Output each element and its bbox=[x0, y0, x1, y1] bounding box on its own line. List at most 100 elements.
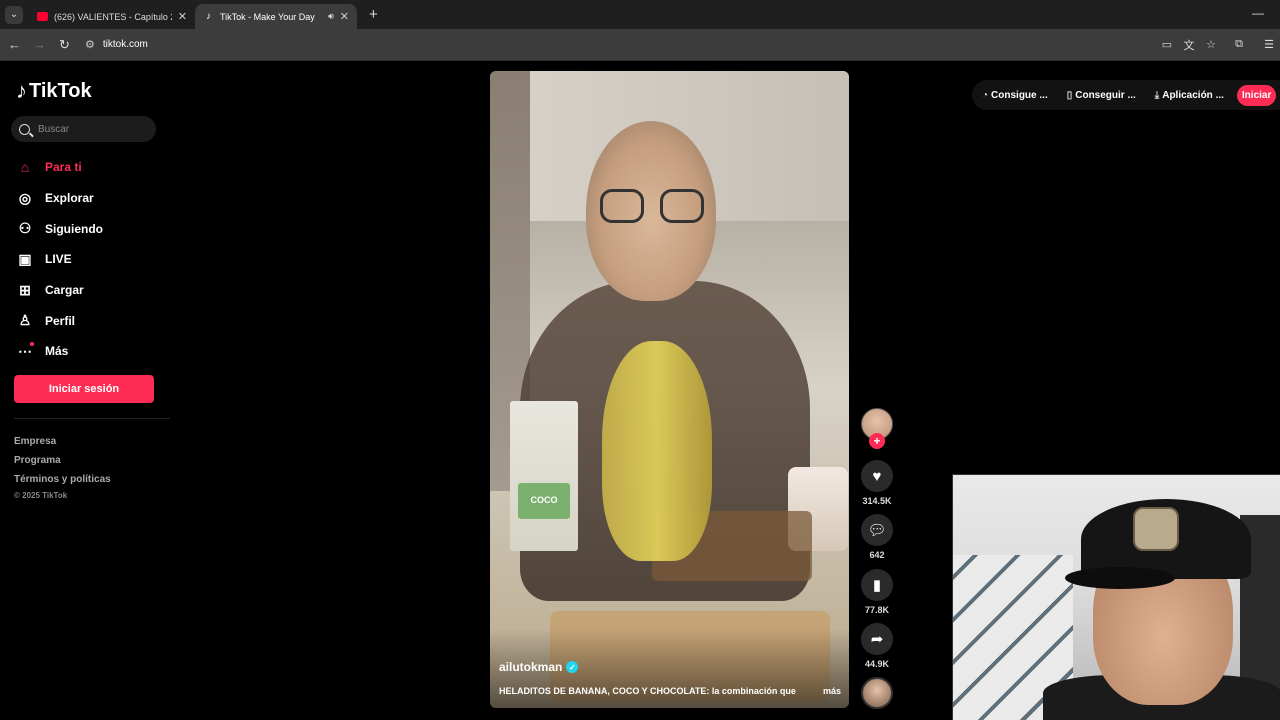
follow-plus-icon[interactable]: + bbox=[869, 433, 885, 449]
like-count: 314.5K bbox=[862, 496, 892, 506]
browser-tab-tiktok[interactable]: ♪ TikTok - Make Your Day 🔊︎ ✕ bbox=[195, 4, 357, 29]
profile-icon: ♙ bbox=[18, 312, 32, 329]
tiktok-icon: ♪ bbox=[16, 78, 27, 103]
video-banana bbox=[602, 341, 712, 561]
share-action[interactable]: ➦ 44.9K bbox=[860, 623, 894, 669]
desktop-app-button[interactable]: ⤓ Aplicación ... bbox=[1155, 90, 1224, 101]
sidebar-item-label: Más bbox=[45, 344, 69, 359]
video-caption: HELADITOS DE BANANA, COCO Y CHOCOLATE: l… bbox=[499, 686, 841, 696]
tab-search-button[interactable]: ⌄ bbox=[5, 5, 23, 24]
comment-count: 642 bbox=[869, 550, 885, 560]
search-input[interactable]: Buscar bbox=[11, 116, 156, 142]
close-icon[interactable]: ✕ bbox=[340, 10, 349, 23]
heart-icon[interactable]: ♥ bbox=[861, 460, 893, 492]
top-actions: ◔ Consigue ... ▯ Conseguir ... ⤓ Aplicac… bbox=[972, 80, 1280, 110]
button-label: Consigue ... bbox=[991, 89, 1048, 101]
sidebar-item-label: Cargar bbox=[45, 283, 84, 298]
live-icon: ▣ bbox=[18, 250, 32, 267]
save-action[interactable]: ▮ 77.8K bbox=[860, 569, 894, 615]
button-label: Aplicación ... bbox=[1162, 89, 1224, 101]
share-icon[interactable]: ➦ bbox=[861, 623, 893, 655]
tab-title: TikTok - Make Your Day bbox=[220, 11, 315, 22]
coin-icon: ◔ bbox=[982, 89, 989, 101]
footer-link-empresa[interactable]: Empresa bbox=[14, 432, 111, 451]
video-author[interactable]: ailutokman ✓ bbox=[499, 660, 579, 674]
address-bar: ← → ↻ ⚙︎ tiktok.com ▭ 文 ☆ ⧉ ☰ bbox=[0, 29, 1280, 60]
webcam-overlay bbox=[952, 474, 1280, 720]
cast-icon[interactable]: ▭ bbox=[1156, 38, 1178, 51]
like-action[interactable]: ♥ 314.5K bbox=[860, 460, 894, 506]
get-coins-button[interactable]: ◔ Consigue ... bbox=[982, 90, 1048, 101]
sidebar-item-cargar[interactable]: ⊞ Cargar bbox=[16, 275, 103, 306]
forward-icon[interactable]: → bbox=[27, 37, 52, 52]
carton-label: COCO bbox=[518, 483, 570, 519]
bookmark-star-icon[interactable]: ☆ bbox=[1200, 38, 1222, 51]
comment-icon[interactable]: 💬︎ bbox=[861, 514, 893, 546]
logo-text: TikTok bbox=[29, 79, 92, 102]
verified-icon: ✓ bbox=[566, 661, 579, 673]
login-button[interactable]: Iniciar sesión bbox=[14, 375, 154, 403]
caption-text: HELADITOS DE BANANA, COCO Y CHOCOLATE: l… bbox=[499, 686, 796, 696]
footer-link-programa[interactable]: Programa bbox=[14, 451, 111, 470]
home-icon: ⌂ bbox=[20, 159, 30, 176]
browser-tabbar: ⌄ (626) VALIENTES - Capítulo 2 - ✕ ♪ Tik… bbox=[0, 0, 1280, 29]
url-field[interactable]: ⚙︎ tiktok.com bbox=[85, 38, 148, 51]
compass-icon: ◎ bbox=[18, 189, 32, 206]
sidebar-item-mas[interactable]: ⋯ Más bbox=[16, 336, 103, 367]
webcam-cap-brim bbox=[1065, 567, 1175, 589]
following-icon: ⚇ bbox=[18, 220, 32, 237]
sidebar-item-label: Siguiendo bbox=[45, 221, 103, 236]
divider bbox=[14, 418, 170, 419]
sidebar-item-explorar[interactable]: ◎ Explorar bbox=[16, 183, 103, 214]
video-carton: COCO bbox=[510, 401, 578, 551]
get-app-button[interactable]: ▯ Conseguir ... bbox=[1067, 90, 1136, 101]
back-icon[interactable]: ← bbox=[2, 37, 27, 52]
search-icon bbox=[19, 123, 30, 135]
close-icon[interactable]: ✕ bbox=[178, 10, 187, 23]
speaker-icon[interactable]: 🔊︎ bbox=[328, 11, 334, 22]
url-text: tiktok.com bbox=[102, 39, 148, 50]
extensions-icon[interactable]: ⧉ bbox=[1228, 38, 1250, 51]
button-label: Conseguir ... bbox=[1075, 89, 1136, 101]
sidebar-footer: Empresa Programa Términos y políticas © … bbox=[14, 432, 111, 503]
phone-icon: ▯ bbox=[1066, 89, 1073, 101]
download-icon: ⤓ bbox=[1154, 89, 1160, 101]
signin-button[interactable]: Iniciar bbox=[1236, 84, 1277, 106]
caption-more-link[interactable]: más bbox=[823, 686, 841, 696]
browser-tab-youtube[interactable]: (626) VALIENTES - Capítulo 2 - ✕ bbox=[29, 4, 195, 29]
save-count: 77.8K bbox=[864, 605, 890, 615]
divider bbox=[0, 60, 1280, 61]
sidebar-item-label: Explorar bbox=[45, 191, 94, 206]
sidebar-item-siguiendo[interactable]: ⚇ Siguiendo bbox=[16, 213, 103, 244]
webcam-cap-patch bbox=[1133, 507, 1179, 551]
copyright: © 2025 TikTok bbox=[14, 491, 68, 500]
translate-icon[interactable]: 文 bbox=[1178, 37, 1200, 53]
video-player[interactable]: COCO bbox=[490, 71, 849, 708]
tab-title: (626) VALIENTES - Capítulo 2 - bbox=[54, 11, 172, 22]
upload-icon: ⊞ bbox=[19, 281, 31, 298]
tiktok-logo[interactable]: ♪ TikTok bbox=[16, 78, 92, 104]
minimize-button[interactable]: — bbox=[1252, 6, 1264, 20]
tiktok-icon: ♪ bbox=[206, 11, 211, 22]
sidebar-item-live[interactable]: ▣ LIVE bbox=[16, 244, 103, 275]
reload-icon[interactable]: ↻ bbox=[52, 37, 77, 53]
sidebar-item-label: Para ti bbox=[45, 160, 82, 175]
reading-list-icon[interactable]: ☰ bbox=[1258, 38, 1280, 51]
music-disc-icon[interactable] bbox=[861, 677, 893, 709]
sidebar-item-label: LIVE bbox=[45, 252, 72, 267]
sidebar-item-perfil[interactable]: ♙ Perfil bbox=[16, 305, 103, 336]
sidebar-nav: ⌂ Para ti ◎ Explorar ⚇ Siguiendo ▣ LIVE … bbox=[16, 152, 103, 367]
bookmark-icon[interactable]: ▮ bbox=[861, 569, 893, 601]
comment-action[interactable]: 💬︎ 642 bbox=[860, 514, 894, 560]
video-glasses bbox=[600, 189, 704, 223]
sidebar-item-label: Perfil bbox=[45, 313, 76, 328]
share-count: 44.9K bbox=[864, 659, 890, 669]
youtube-icon bbox=[37, 12, 48, 21]
new-tab-button[interactable]: + bbox=[369, 6, 378, 23]
author-name: ailutokman bbox=[499, 660, 563, 674]
search-placeholder: Buscar bbox=[38, 123, 70, 135]
sidebar-item-para-ti[interactable]: ⌂ Para ti bbox=[16, 152, 103, 183]
browser-actions: ▭ 文 ☆ ⧉ ☰ bbox=[1156, 29, 1280, 60]
footer-link-terminos[interactable]: Términos y políticas bbox=[14, 470, 111, 489]
site-info-icon[interactable]: ⚙︎ bbox=[85, 38, 95, 51]
